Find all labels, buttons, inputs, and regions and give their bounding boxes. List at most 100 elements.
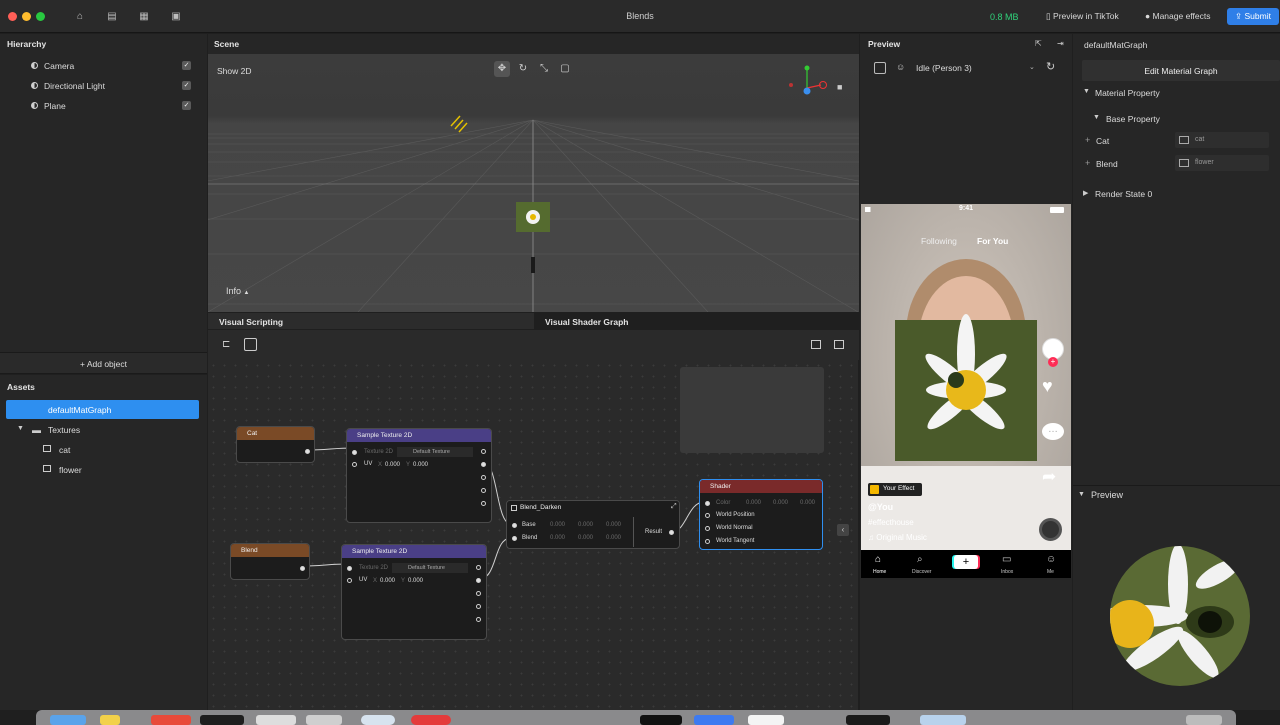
uv-x-field[interactable]: 0.000 — [380, 578, 395, 584]
app-icon[interactable] — [846, 715, 890, 725]
shader-graph-canvas[interactable]: Cat Sample Texture 2D Texture 2D Default… — [208, 360, 858, 710]
material-property-section[interactable]: Material Property — [1095, 88, 1160, 98]
output-port[interactable] — [476, 591, 481, 596]
rect-tool-icon[interactable]: ▢ — [557, 61, 573, 77]
input-port[interactable] — [347, 578, 352, 583]
chevron-down-icon[interactable]: ▼ — [1078, 491, 1085, 498]
input-port[interactable] — [347, 566, 352, 571]
exit-icon[interactable]: ⇥ — [1057, 39, 1064, 48]
nav-inbox[interactable]: Inbox — [1001, 569, 1013, 575]
scale-tool-icon[interactable]: ⤡ — [536, 61, 552, 77]
render-state-section[interactable]: Render State 0 — [1095, 189, 1152, 199]
input-port[interactable] — [705, 501, 710, 506]
close-window-button[interactable] — [8, 12, 17, 21]
trash-icon[interactable] — [1186, 715, 1222, 725]
camera-icon[interactable]: ■ — [837, 82, 842, 92]
submit-button[interactable]: ⇪ Submit — [1227, 8, 1279, 25]
add-icon[interactable]: + — [1085, 158, 1090, 168]
create-plus-button[interactable]: + — [954, 555, 978, 569]
chevron-right-icon[interactable]: ▶ — [1083, 189, 1088, 197]
blend-darken-node[interactable]: Blend_Darken ⤢ Base 0.000 0.000 0.000 Bl… — [506, 500, 680, 549]
output-port[interactable] — [481, 462, 486, 467]
follow-plus-icon[interactable]: + — [1048, 357, 1058, 367]
music-info[interactable]: ♫ Original Music — [868, 533, 927, 542]
output-port[interactable] — [481, 501, 486, 506]
app-icon[interactable] — [306, 715, 342, 725]
output-port[interactable] — [481, 488, 486, 493]
input-port[interactable] — [512, 536, 517, 541]
sample-texture-node-1[interactable]: Sample Texture 2D Texture 2D Default Tex… — [346, 428, 492, 523]
blend-property-node[interactable]: Blend — [230, 543, 310, 580]
app-icon[interactable] — [694, 715, 734, 725]
finder-icon[interactable] — [50, 715, 86, 725]
add-object-button[interactable]: + Add object — [0, 359, 207, 369]
move-tool-icon[interactable]: ✥ — [494, 61, 510, 77]
cat-property-node[interactable]: Cat — [236, 426, 315, 463]
nav-home[interactable]: Home — [873, 569, 886, 575]
your-effect-badge[interactable]: Your Effect — [868, 483, 922, 496]
visibility-checkbox[interactable]: ✓ — [182, 81, 191, 90]
epic-games-icon[interactable] — [640, 715, 682, 725]
output-port[interactable] — [481, 475, 486, 480]
maximize-window-button[interactable] — [36, 12, 45, 21]
manage-effects-button[interactable]: ● Manage effects — [1145, 11, 1210, 21]
music-disc-icon[interactable] — [1039, 518, 1062, 541]
list-icon[interactable] — [244, 338, 257, 351]
app-icon[interactable] — [151, 715, 191, 725]
tab-visual-scripting[interactable]: Visual Scripting — [208, 313, 534, 329]
app-icon[interactable] — [411, 715, 451, 725]
username[interactable]: @You — [868, 502, 893, 512]
input-port[interactable] — [352, 450, 357, 455]
discover-nav-icon[interactable]: ⌕ — [917, 554, 923, 565]
scene-viewport[interactable]: ✥ ↻ ⤡ ▢ ■ Show 2D Info ▲ — [208, 54, 859, 312]
notes-icon[interactable] — [100, 715, 120, 725]
app-icon[interactable] — [748, 715, 784, 725]
input-port[interactable] — [705, 513, 710, 518]
cat-texture-field[interactable]: cat — [1175, 132, 1269, 148]
blend-texture-field[interactable]: flower — [1175, 155, 1269, 171]
add-icon[interactable]: + — [1085, 135, 1090, 145]
shader-output-node[interactable]: Shader Color 0.000 0.000 0.000 World Pos… — [699, 479, 823, 550]
nav-discover[interactable]: Discover — [912, 569, 931, 575]
animation-select[interactable]: Idle (Person 3) ⌄ — [912, 60, 1038, 75]
app-icon[interactable] — [920, 715, 966, 725]
asset-file-cat[interactable]: cat — [59, 445, 70, 455]
chevron-down-icon[interactable]: ▼ — [1093, 114, 1100, 121]
terminal-icon[interactable] — [200, 715, 244, 725]
show-2d-toggle[interactable]: Show 2D — [217, 66, 252, 76]
tab-visual-shader-graph[interactable]: Visual Shader Graph — [534, 313, 859, 329]
output-port[interactable] — [476, 617, 481, 622]
tab-for-you[interactable]: For You — [977, 236, 1008, 246]
app-icon[interactable] — [256, 715, 296, 725]
chevron-down-icon[interactable]: ▼ — [17, 425, 24, 432]
texture-field[interactable]: Default Texture — [397, 447, 473, 457]
refresh-icon[interactable]: ↻ — [1046, 60, 1055, 73]
output-port[interactable] — [300, 566, 305, 571]
popout-icon[interactable]: ⇱ — [1035, 39, 1042, 48]
archive-icon[interactable]: ▦ — [138, 11, 150, 22]
input-port[interactable] — [705, 539, 710, 544]
output-port[interactable] — [476, 578, 481, 583]
nav-me[interactable]: Me — [1047, 569, 1054, 575]
sample-texture-node-2[interactable]: Sample Texture 2D Texture 2D Default Tex… — [341, 544, 487, 640]
profile-nav-icon[interactable]: ☺ — [1046, 554, 1056, 565]
hashtag[interactable]: #effecthouse — [868, 518, 914, 527]
template-icon[interactable]: ▣ — [170, 11, 182, 22]
edit-material-graph-button[interactable]: Edit Material Graph — [1082, 60, 1280, 81]
asset-file-flower[interactable]: flower — [59, 465, 82, 475]
visibility-checkbox[interactable]: ✓ — [182, 101, 191, 110]
uv-x-field[interactable]: 0.000 — [385, 462, 400, 468]
rotate-tool-icon[interactable]: ↻ — [515, 61, 531, 77]
minimize-window-button[interactable] — [22, 12, 31, 21]
comment-icon[interactable]: … — [1042, 423, 1064, 440]
expand-icon[interactable] — [834, 340, 844, 349]
folder-textures[interactable]: Textures — [48, 425, 80, 435]
heart-icon[interactable]: ♥ — [1042, 376, 1053, 397]
home-icon[interactable]: ⌂ — [74, 11, 86, 22]
input-port[interactable] — [705, 526, 710, 531]
input-port[interactable] — [512, 523, 517, 528]
base-property-section[interactable]: Base Property — [1106, 114, 1160, 124]
uv-y-field[interactable]: 0.000 — [413, 462, 428, 468]
visibility-checkbox[interactable]: ✓ — [182, 61, 191, 70]
output-port[interactable] — [305, 449, 310, 454]
